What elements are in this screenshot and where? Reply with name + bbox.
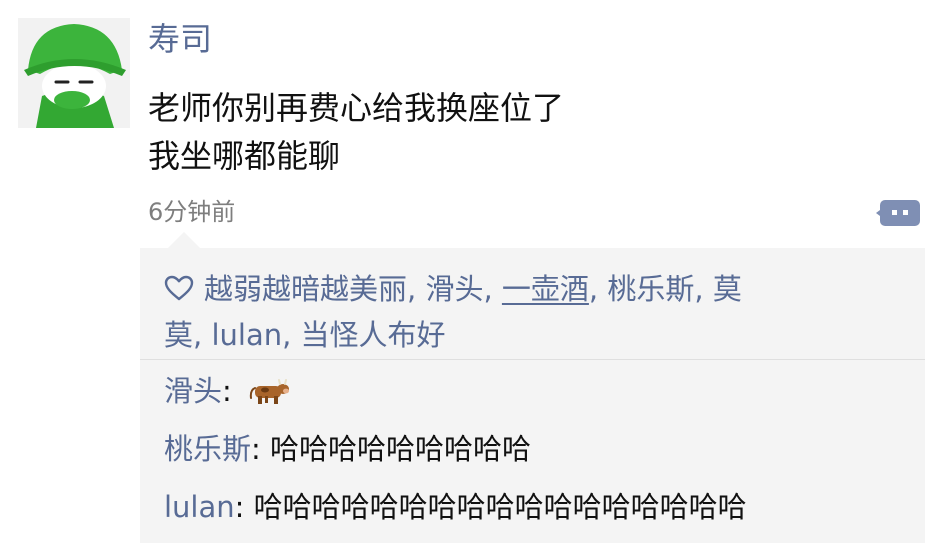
post-text-line: 我坐哪都能聊 xyxy=(148,137,341,175)
comment-button[interactable] xyxy=(876,194,922,230)
likes-list: 越弱越暗越美丽, 滑头, 一壶酒, 桃乐斯, 莫 莫, lulan, 当怪人布好 xyxy=(164,266,912,358)
green-hooded-character-avatar-icon xyxy=(18,18,130,128)
divider xyxy=(140,359,925,360)
username[interactable]: 寿司 xyxy=(148,20,212,58)
liker-separator: , xyxy=(483,272,502,306)
comment-item[interactable]: 滑头: xyxy=(164,372,924,410)
comment-separator: : xyxy=(251,432,271,466)
commenter-name[interactable]: 滑头 xyxy=(164,374,222,408)
liker-name[interactable]: 莫 xyxy=(164,318,193,352)
liker-separator: , xyxy=(588,272,608,306)
heart-outline-icon xyxy=(164,275,194,301)
comment-separator: : xyxy=(234,490,254,524)
liker-name[interactable]: 桃乐斯 xyxy=(607,272,694,306)
comment-item[interactable]: 桃乐斯: 哈哈哈哈哈哈哈哈哈 xyxy=(164,430,924,468)
likes-comments-panel: 越弱越暗越美丽, 滑头, 一壶酒, 桃乐斯, 莫 莫, lulan, 当怪人布好… xyxy=(140,232,925,543)
post-time: 6分钟前 xyxy=(148,198,236,226)
avatar[interactable] xyxy=(18,18,130,128)
cow-emoji-icon xyxy=(249,379,290,404)
comment-text: 哈哈哈哈哈哈哈哈哈 xyxy=(270,432,532,466)
likes-line: 越弱越暗越美丽, 滑头, 一壶酒, 桃乐斯, 莫 xyxy=(164,266,912,312)
comment-dots-icon xyxy=(876,200,920,226)
liker-separator: , xyxy=(694,272,713,306)
liker-separator: , xyxy=(193,318,212,352)
liker-name[interactable]: 滑头 xyxy=(425,272,483,306)
comments-list: 滑头: 桃乐斯: 哈哈哈哈哈哈哈哈哈 lulan: 哈哈哈哈哈哈哈哈哈哈哈哈哈哈… xyxy=(164,372,924,543)
liker-separator: , xyxy=(407,272,426,306)
comment-separator: : xyxy=(222,374,242,408)
liker-name[interactable]: 莫 xyxy=(713,272,742,306)
liker-separator: , xyxy=(282,318,301,352)
likes-line: 莫, lulan, 当怪人布好 xyxy=(164,312,912,358)
liker-name[interactable]: 一壶酒 xyxy=(502,272,589,306)
liker-name[interactable]: 当怪人布好 xyxy=(301,318,446,352)
post-text: 老师你别再费心给我换座位了 我坐哪都能聊 xyxy=(148,84,564,180)
comment-text: 哈哈哈哈哈哈哈哈哈哈哈哈哈哈哈哈哈 xyxy=(253,490,747,524)
liker-name[interactable]: 越弱越暗越美丽 xyxy=(204,272,407,306)
commenter-name[interactable]: lulan xyxy=(164,490,235,524)
post-text-line: 老师你别再费心给我换座位了 xyxy=(148,89,565,127)
liker-name[interactable]: lulan xyxy=(211,318,282,352)
commenter-name[interactable]: 桃乐斯 xyxy=(164,432,251,466)
comment-item[interactable]: lulan: 哈哈哈哈哈哈哈哈哈哈哈哈哈哈哈哈哈 xyxy=(164,488,924,526)
